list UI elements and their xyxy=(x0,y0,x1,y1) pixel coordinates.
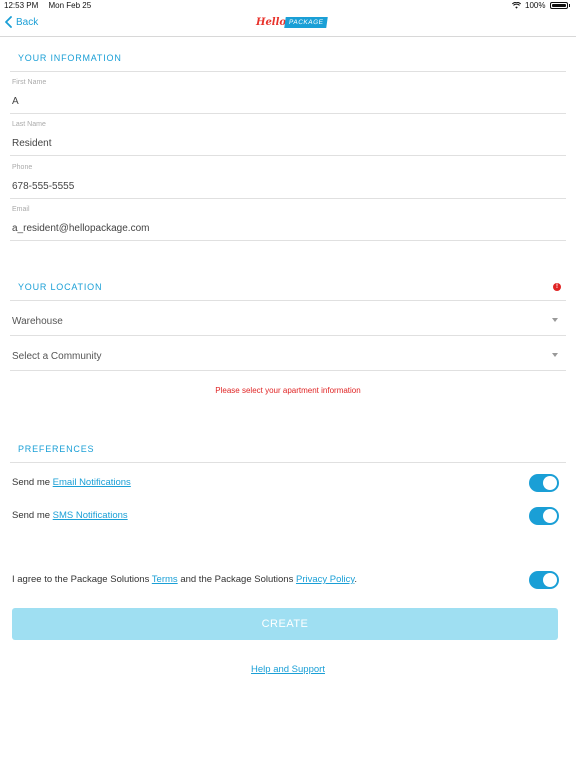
divider xyxy=(10,300,566,301)
status-time: 12:53 PM xyxy=(4,1,39,10)
first-name-label: First Name xyxy=(12,79,47,86)
divider xyxy=(10,462,566,463)
alert-icon: ! xyxy=(553,283,561,291)
divider xyxy=(10,240,566,241)
caret-down-icon xyxy=(552,353,558,357)
email-notifications-toggle[interactable] xyxy=(529,474,559,492)
last-name-label: Last Name xyxy=(12,121,46,128)
back-button[interactable]: Back xyxy=(5,16,38,28)
building-select-value: Warehouse xyxy=(12,316,63,327)
status-date: Mon Feb 25 xyxy=(48,1,92,10)
toggle-knob xyxy=(543,476,557,490)
caret-down-icon xyxy=(552,318,558,322)
building-select[interactable]: Warehouse xyxy=(12,316,566,327)
wifi-icon xyxy=(512,2,522,9)
agreement-text: I agree to the Package Solutions Terms a… xyxy=(12,574,357,585)
hello-package-logo: Hello PACKAGE xyxy=(256,15,329,29)
divider xyxy=(10,335,566,336)
logo-hello: Hello xyxy=(256,16,287,28)
phone-field[interactable]: 678-555-5555 xyxy=(12,181,74,192)
first-name-field[interactable]: A xyxy=(12,96,19,107)
last-name-field[interactable]: Resident xyxy=(12,138,51,149)
agreement-text-2: and the Package Solutions xyxy=(180,574,294,585)
community-select-placeholder: Select a Community xyxy=(12,351,102,362)
apartment-error-message: Please select your apartment information xyxy=(215,386,361,395)
section-title-preferences: PREFERENCES xyxy=(18,444,95,454)
status-bar: 12:53 PM Mon Feb 25 100% xyxy=(0,0,576,12)
email-label: Email xyxy=(12,206,30,213)
chevron-left-icon xyxy=(5,16,12,28)
divider xyxy=(10,155,566,156)
pref-prefix: Send me xyxy=(12,477,51,488)
email-notifications-row: Send me Email Notifications xyxy=(12,477,131,488)
logo-package: PACKAGE xyxy=(284,16,329,28)
email-field[interactable]: a_resident@hellopackage.com xyxy=(12,223,149,234)
divider xyxy=(10,198,566,199)
sms-notifications-link[interactable]: SMS Notifications xyxy=(53,510,128,521)
battery-icon xyxy=(549,2,568,9)
community-select[interactable]: Select a Community xyxy=(12,351,566,362)
privacy-policy-link[interactable]: Privacy Policy xyxy=(296,574,354,585)
toggle-knob xyxy=(543,509,557,523)
create-button[interactable]: CREATE xyxy=(12,608,558,640)
sms-notifications-toggle[interactable] xyxy=(529,507,559,525)
pref-prefix: Send me xyxy=(12,510,51,521)
agreement-text-3: . xyxy=(354,574,358,585)
email-notifications-link[interactable]: Email Notifications xyxy=(53,477,131,488)
terms-link[interactable]: Terms xyxy=(152,574,178,585)
divider xyxy=(10,71,566,72)
section-title-information: YOUR INFORMATION xyxy=(18,53,122,63)
sms-notifications-row: Send me SMS Notifications xyxy=(12,510,128,521)
back-label: Back xyxy=(16,16,39,28)
divider xyxy=(10,370,566,371)
divider xyxy=(10,113,566,114)
toggle-knob xyxy=(543,573,557,587)
agreement-toggle[interactable] xyxy=(529,571,559,589)
agreement-text-1: I agree to the Package Solutions xyxy=(12,574,150,585)
section-title-location: YOUR LOCATION xyxy=(18,282,103,292)
help-and-support-link[interactable]: Help and Support xyxy=(0,664,576,675)
nav-bar: Back Hello PACKAGE xyxy=(0,12,576,37)
battery-percent: 100% xyxy=(525,1,546,10)
phone-label: Phone xyxy=(12,164,33,171)
